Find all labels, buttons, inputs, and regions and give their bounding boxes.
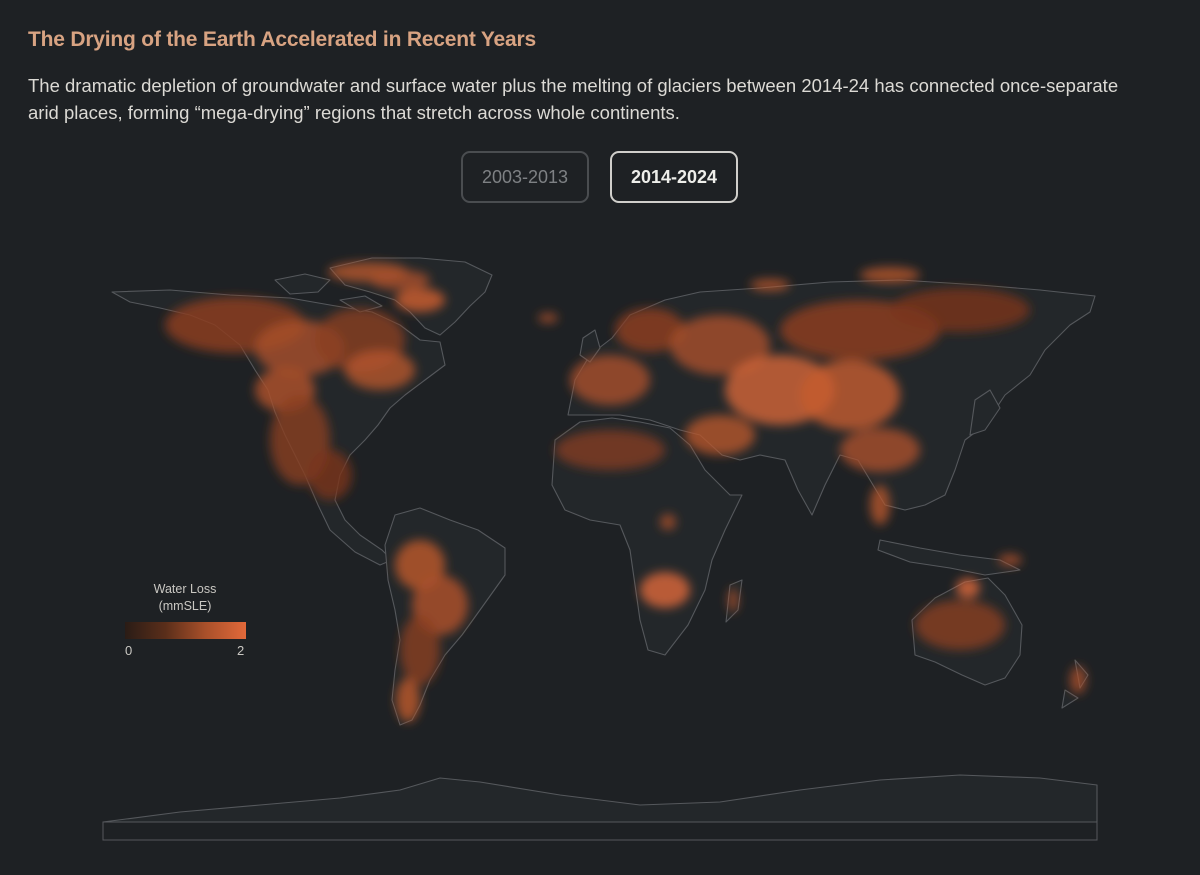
antarctica-outline xyxy=(102,774,1098,823)
legend-color-bar xyxy=(125,622,246,639)
legend-title-line2: (mmSLE) xyxy=(158,599,212,613)
period-toggle-2003-2013[interactable]: 2003-2013 xyxy=(461,151,589,203)
legend-title: Water Loss (mmSLE) xyxy=(120,581,250,615)
legend-max-label: 2 xyxy=(237,643,245,658)
legend-min-label: 0 xyxy=(125,643,133,658)
world-map-svg xyxy=(102,257,1098,841)
legend-title-line1: Water Loss xyxy=(153,582,217,596)
world-map xyxy=(0,230,1200,850)
indonesia-outline xyxy=(877,539,1021,576)
map-frame xyxy=(102,821,1098,841)
period-toggle-2014-2024[interactable]: 2014-2024 xyxy=(610,151,738,203)
chart-title: The Drying of the Earth Accelerated in R… xyxy=(28,28,536,51)
chart-subtitle: The dramatic depletion of groundwater an… xyxy=(28,75,1119,123)
